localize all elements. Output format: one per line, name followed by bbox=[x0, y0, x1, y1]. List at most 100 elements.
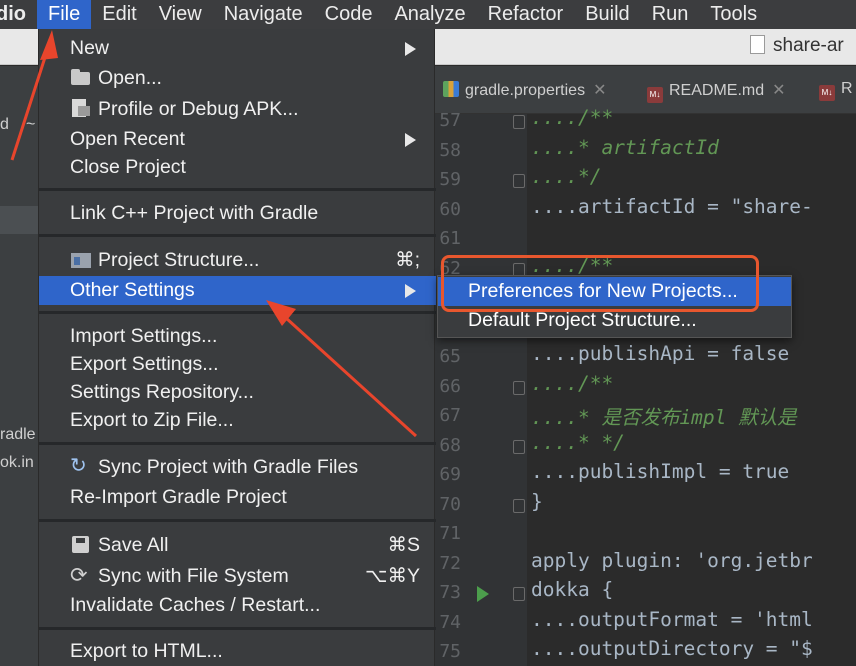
menu-separator bbox=[39, 311, 436, 314]
menu-item-new[interactable]: New bbox=[39, 34, 436, 63]
menu-item-reimport-gradle[interactable]: Re-Import Gradle Project bbox=[39, 483, 436, 512]
menu-shortcut: ⌘S bbox=[387, 534, 420, 556]
menu-item-open-recent[interactable]: Open Recent bbox=[39, 125, 436, 154]
menubar-file[interactable]: File bbox=[37, 0, 92, 29]
line-number: 72 bbox=[439, 552, 461, 574]
submenu-arrow-icon bbox=[405, 284, 416, 298]
menu-item-invalidate-caches[interactable]: Invalidate Caches / Restart... bbox=[39, 591, 436, 620]
fold-marker-icon[interactable] bbox=[513, 498, 525, 513]
document-icon bbox=[750, 35, 765, 54]
menu-item-close-project[interactable]: Close Project bbox=[39, 153, 436, 182]
menu-item-label: Import Settings... bbox=[70, 325, 218, 347]
code-line: ....*/ bbox=[531, 165, 602, 188]
menu-item-import-settings[interactable]: Import Settings... bbox=[39, 322, 436, 351]
menubar-edit[interactable]: Edit bbox=[91, 0, 147, 29]
menu-item-sync-gradle[interactable]: Sync Project with Gradle Files bbox=[39, 452, 436, 482]
sidebar-text: ~ bbox=[26, 116, 36, 133]
menu-shortcut: ⌥⌘Y bbox=[365, 565, 420, 587]
submenu-arrow-icon bbox=[405, 133, 416, 147]
file-menu: New Open... Profile or Debug APK... Open… bbox=[38, 29, 436, 666]
code-line: ..../** bbox=[531, 106, 614, 129]
menu-item-label: Profile or Debug APK... bbox=[98, 98, 299, 120]
menu-item-save-all[interactable]: Save All ⌘S bbox=[39, 531, 436, 560]
menu-item-label: Sync with File System bbox=[98, 565, 289, 587]
menu-item-label: Export to Zip File... bbox=[70, 409, 234, 431]
line-number: 61 bbox=[439, 228, 461, 249]
menu-item-project-structure[interactable]: Project Structure... ⌘; bbox=[39, 246, 436, 275]
line-number: 59 bbox=[439, 169, 461, 190]
menu-separator bbox=[39, 442, 436, 445]
menu-item-label: Re-Import Gradle Project bbox=[70, 486, 287, 508]
sidebar-selected-row[interactable] bbox=[0, 206, 40, 234]
menu-item-export-html[interactable]: Export to HTML... bbox=[39, 637, 436, 666]
menu-item-export-zip[interactable]: Export to Zip File... bbox=[39, 406, 436, 435]
menu-item-other-settings[interactable]: Other Settings bbox=[39, 276, 436, 305]
code-line: ....* artifactId bbox=[531, 135, 719, 159]
line-number: 71 bbox=[439, 523, 461, 544]
menu-item-sync-file-system[interactable]: Sync with File System ⌥⌘Y bbox=[39, 561, 436, 591]
line-number: 58 bbox=[439, 139, 461, 161]
menu-item-label: Close Project bbox=[70, 156, 186, 178]
menubar-analyze[interactable]: Analyze bbox=[383, 0, 476, 29]
annotation-highlight-box bbox=[441, 255, 759, 312]
save-icon bbox=[70, 534, 92, 554]
menu-item-settings-repository[interactable]: Settings Repository... bbox=[39, 378, 436, 407]
code-line: ....publishApi = false bbox=[531, 342, 790, 365]
gradle-sync-icon bbox=[70, 452, 92, 481]
tab-label: R bbox=[841, 80, 853, 97]
fold-marker-icon[interactable] bbox=[513, 587, 525, 601]
line-number: 66 bbox=[439, 375, 461, 397]
fold-marker-icon[interactable] bbox=[513, 115, 525, 129]
window-title-text: share-ar bbox=[773, 35, 844, 56]
menu-separator bbox=[39, 627, 436, 630]
line-number: 65 bbox=[439, 346, 461, 367]
menubar-tools[interactable]: Tools bbox=[699, 0, 768, 29]
menubar-app-name[interactable]: dio bbox=[0, 0, 37, 29]
project-sidebar: d ~ radle ok.in bbox=[0, 66, 40, 666]
markdown-icon: M↓ bbox=[819, 85, 835, 101]
fold-marker-icon[interactable] bbox=[513, 174, 525, 188]
menu-item-export-settings[interactable]: Export Settings... bbox=[39, 350, 436, 379]
close-icon[interactable]: ✕ bbox=[593, 82, 606, 99]
code-line: ....* 是否发布impl 默认是 bbox=[531, 406, 797, 429]
fold-marker-icon[interactable] bbox=[513, 380, 525, 395]
menubar-code[interactable]: Code bbox=[314, 0, 384, 29]
apk-icon bbox=[70, 98, 92, 118]
line-number: 75 bbox=[439, 641, 461, 662]
line-number: 69 bbox=[439, 464, 461, 485]
editor-tabs: gradle.properties ✕ M↓ README.md ✕ M↓ R bbox=[435, 66, 856, 114]
menu-item-link-cpp-project[interactable]: Link C++ Project with Gradle bbox=[39, 199, 436, 228]
code-line: ....outputFormat = 'html bbox=[531, 607, 813, 631]
menubar-navigate[interactable]: Navigate bbox=[213, 0, 314, 29]
menubar-refactor[interactable]: Refactor bbox=[477, 0, 575, 29]
line-number: 70 bbox=[439, 493, 461, 515]
refresh-icon bbox=[70, 561, 92, 590]
menubar-run[interactable]: Run bbox=[641, 0, 700, 29]
run-gutter-icon[interactable] bbox=[477, 586, 489, 602]
menu-item-open[interactable]: Open... bbox=[39, 64, 436, 93]
menu-item-label: Sync Project with Gradle Files bbox=[98, 456, 359, 478]
tab-gradle-properties[interactable]: gradle.properties ✕ bbox=[443, 80, 606, 100]
tab-readme[interactable]: M↓ README.md ✕ bbox=[647, 80, 786, 103]
sidebar-text: ok.in bbox=[0, 454, 34, 471]
code-line: ....publishImpl = true bbox=[531, 460, 790, 483]
menu-item-profile-debug-apk[interactable]: Profile or Debug APK... bbox=[39, 95, 436, 124]
tab-label: README.md bbox=[669, 82, 765, 99]
menubar: dio File Edit View Navigate Code Analyze… bbox=[0, 0, 856, 29]
menu-item-label: Open Recent bbox=[70, 128, 185, 150]
fold-marker-icon[interactable] bbox=[513, 439, 525, 454]
project-structure-icon bbox=[70, 249, 92, 269]
close-icon[interactable]: ✕ bbox=[772, 82, 785, 99]
code-editor[interactable]: 57 ..../** 58 ....* artifactId 59 ....*/ 60...… bbox=[435, 106, 856, 666]
menubar-build[interactable]: Build bbox=[574, 0, 640, 29]
tab-label: gradle.properties bbox=[465, 82, 586, 99]
code-line: dokka { bbox=[531, 578, 614, 601]
menu-item-label: Link C++ Project with Gradle bbox=[70, 202, 319, 224]
menu-item-label: Settings Repository... bbox=[70, 381, 254, 403]
menubar-view[interactable]: View bbox=[148, 0, 213, 29]
code-line: ....artifactId = "share- bbox=[531, 194, 813, 218]
menu-item-label: Save All bbox=[98, 534, 169, 556]
tab-r[interactable]: M↓ R bbox=[819, 80, 853, 101]
code-line: ..../** bbox=[531, 371, 614, 395]
menu-item-label: Project Structure... bbox=[98, 249, 260, 271]
